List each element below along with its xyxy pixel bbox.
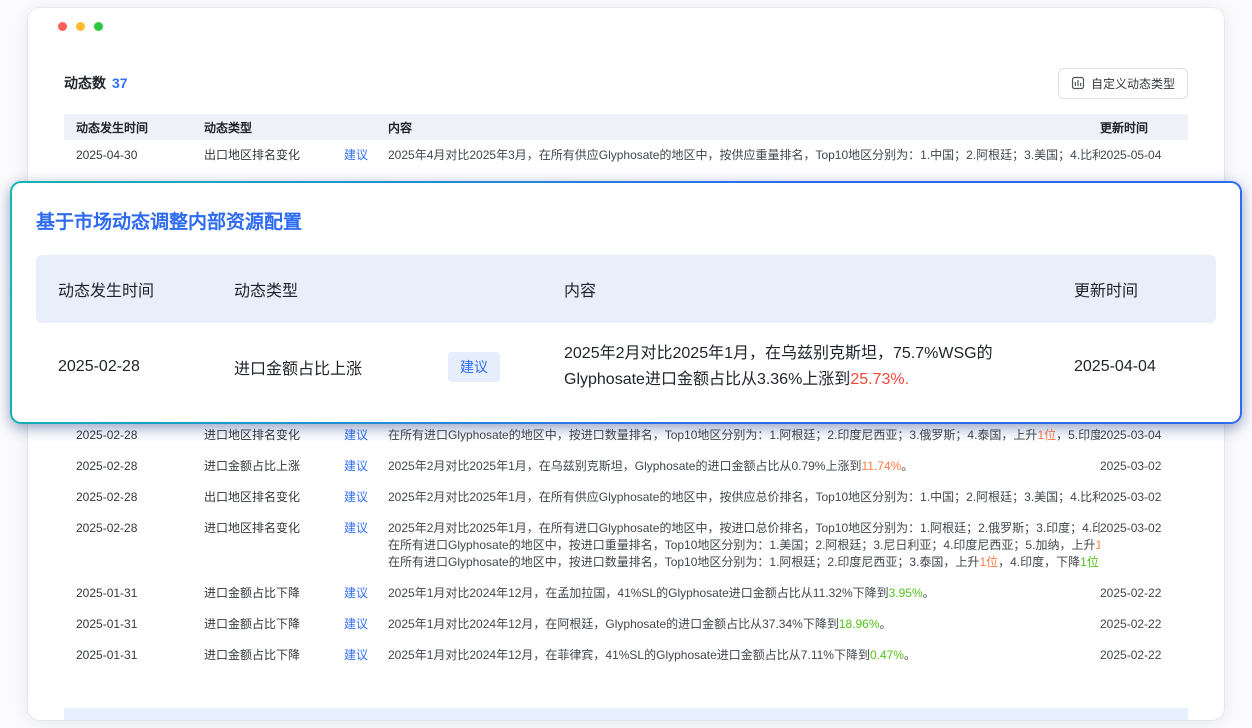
overlay-col-header-time: 动态发生时间 xyxy=(58,277,234,301)
row-content: 2025年1月对比2024年12月，在菲律宾，41%SL的Glyphosate进… xyxy=(388,647,1100,664)
row-updated: 2025-03-02 xyxy=(1100,489,1180,506)
title-row: 动态数 37 自定义动态类型 xyxy=(64,68,1188,98)
row-time: 2025-04-30 xyxy=(76,147,204,164)
row-advice-link[interactable]: 建议 xyxy=(344,647,388,664)
row-updated: 2025-03-02 xyxy=(1100,458,1180,475)
row-content: 2025年2月对比2025年1月，在所有供应Glyphosate的地区中，按供应… xyxy=(388,489,1100,506)
row-content: 2025年2月对比2025年1月，在乌兹别克斯坦，Glyphosate的进口金额… xyxy=(388,458,1100,475)
overlay-title: 基于市场动态调整内部资源配置 xyxy=(36,209,1216,237)
overlay-col-header-updated: 更新时间 xyxy=(1074,277,1194,301)
row-advice-link[interactable]: 建议 xyxy=(344,147,388,164)
minimize-button[interactable] xyxy=(76,22,85,31)
overlay-row-updated: 2025-04-04 xyxy=(1074,358,1194,376)
row-time: 2025-02-28 xyxy=(76,427,204,444)
row-type: 进口金额占比上涨 xyxy=(204,458,344,475)
row-content: 2025年1月对比2024年12月，在阿根廷，Glyphosate的进口金额占比… xyxy=(388,616,1100,633)
row-content: 2025年4月对比2025年3月，在所有供应Glyphosate的地区中，按供应… xyxy=(388,147,1100,164)
row-type: 进口地区排名变化 xyxy=(204,427,344,444)
custom-type-icon xyxy=(1071,76,1085,90)
close-button[interactable] xyxy=(58,22,67,31)
dynamics-count-label: 动态数 xyxy=(64,75,106,91)
row-type: 进口金额占比下降 xyxy=(204,647,344,664)
row-advice-link[interactable]: 建议 xyxy=(344,585,388,602)
overlay-table-row[interactable]: 2025-02-28 进口金额占比上涨 建议 2025年2月对比2025年1月，… xyxy=(36,341,1216,393)
col-header-content: 内容 xyxy=(388,119,1100,136)
row-type: 出口地区排名变化 xyxy=(204,147,344,164)
row-updated: 2025-03-02 xyxy=(1100,520,1180,537)
row-time: 2025-02-28 xyxy=(76,458,204,475)
row-type: 进口地区排名变化 xyxy=(204,520,344,537)
window-controls xyxy=(58,22,103,31)
row-time: 2025-01-31 xyxy=(76,585,204,602)
row-updated: 2025-02-22 xyxy=(1100,647,1180,664)
table-row[interactable]: 2025-02-28 出口地区排名变化 建议 2025年2月对比2025年1月，… xyxy=(64,482,1188,513)
row-time: 2025-01-31 xyxy=(76,647,204,664)
col-header-time: 动态发生时间 xyxy=(76,119,204,136)
page-title: 动态数 37 xyxy=(64,73,128,93)
table-row[interactable]: 2025-01-31 进口金额占比下降 建议 2025年1月对比2024年12月… xyxy=(64,609,1188,640)
overlay-col-header-type: 动态类型 xyxy=(234,277,448,301)
row-updated: 2025-02-22 xyxy=(1100,585,1180,602)
row-advice-link[interactable]: 建议 xyxy=(344,520,388,537)
table-row[interactable]: 2025-02-28 进口地区排名变化 建议 在所有进口Glyphosate的地… xyxy=(64,420,1188,451)
row-time: 2025-02-28 xyxy=(76,489,204,506)
partial-next-row[interactable] xyxy=(64,708,1188,720)
row-time: 2025-02-28 xyxy=(76,520,204,537)
table-row[interactable]: 2025-02-28 进口地区排名变化 建议 2025年2月对比2025年1月，… xyxy=(64,513,1188,578)
table-row[interactable]: 2025-04-30 出口地区排名变化 建议 2025年4月对比2025年3月，… xyxy=(64,140,1188,171)
overlay-row-content: 2025年2月对比2025年1月，在乌兹别克斯坦，75.7%WSG的Glypho… xyxy=(564,341,1074,393)
row-advice-link[interactable]: 建议 xyxy=(344,616,388,633)
overlay-inner: 基于市场动态调整内部资源配置 动态发生时间 动态类型 内容 更新时间 2025-… xyxy=(12,183,1240,422)
row-updated: 2025-05-04 xyxy=(1100,147,1180,164)
row-updated: 2025-02-22 xyxy=(1100,616,1180,633)
maximize-button[interactable] xyxy=(94,22,103,31)
row-advice-link[interactable]: 建议 xyxy=(344,458,388,475)
overlay-advice-badge[interactable]: 建议 xyxy=(448,352,500,382)
table-row[interactable]: 2025-01-31 进口金额占比下降 建议 2025年1月对比2024年12月… xyxy=(64,640,1188,671)
row-type: 进口金额占比下降 xyxy=(204,585,344,602)
col-header-type: 动态类型 xyxy=(204,119,344,136)
dynamics-count-value: 37 xyxy=(112,75,128,91)
row-content: 在所有进口Glyphosate的地区中，按进口数量排名，Top10地区分别为：1… xyxy=(388,427,1100,444)
row-advice-link[interactable]: 建议 xyxy=(344,489,388,506)
overlay-col-header-content: 内容 xyxy=(564,277,1074,301)
overlay-row-time: 2025-02-28 xyxy=(58,358,234,376)
row-advice-link[interactable]: 建议 xyxy=(344,427,388,444)
row-content: 2025年1月对比2024年12月，在孟加拉国，41%SL的Glyphosate… xyxy=(388,585,1100,602)
table-header: 动态发生时间 动态类型 内容 更新时间 xyxy=(64,114,1188,140)
col-header-updated: 更新时间 xyxy=(1100,119,1180,136)
overlay-row-type: 进口金额占比上涨 xyxy=(234,355,448,379)
row-content: 2025年2月对比2025年1月，在所有进口Glyphosate的地区中，按进口… xyxy=(388,520,1100,571)
table-row[interactable]: 2025-02-28 进口金额占比上涨 建议 2025年2月对比2025年1月，… xyxy=(64,451,1188,482)
row-time: 2025-01-31 xyxy=(76,616,204,633)
custom-type-button[interactable]: 自定义动态类型 xyxy=(1058,68,1188,99)
highlight-overlay-card: 基于市场动态调整内部资源配置 动态发生时间 动态类型 内容 更新时间 2025-… xyxy=(10,181,1242,424)
row-type: 进口金额占比下降 xyxy=(204,616,344,633)
row-type: 出口地区排名变化 xyxy=(204,489,344,506)
table-row[interactable]: 2025-01-31 进口金额占比下降 建议 2025年1月对比2024年12月… xyxy=(64,578,1188,609)
custom-type-button-label: 自定义动态类型 xyxy=(1091,75,1175,92)
overlay-table-header: 动态发生时间 动态类型 内容 更新时间 xyxy=(36,255,1216,323)
row-updated: 2025-03-04 xyxy=(1100,427,1180,444)
